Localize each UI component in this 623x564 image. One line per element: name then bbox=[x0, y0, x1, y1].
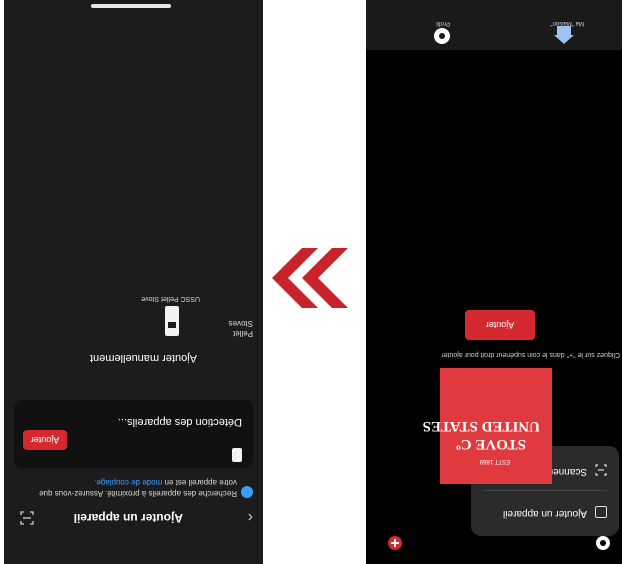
phone-right-screen: Ajouter un appareil Scanner le QR code U… bbox=[366, 0, 622, 564]
plus-button-icon[interactable] bbox=[388, 536, 402, 550]
add-button[interactable]: Ajouter bbox=[23, 430, 67, 450]
nav-home[interactable] bbox=[554, 26, 574, 44]
pellet-stove-icon[interactable] bbox=[165, 306, 179, 336]
header-bar: ‹ Ajouter un appareil bbox=[4, 502, 263, 532]
poster-line2: STOVE Cº bbox=[455, 436, 526, 452]
scan-hint-prefix: votre appareil est en bbox=[164, 478, 238, 487]
nav-profile-label: Profil bbox=[436, 20, 450, 26]
scan-icon[interactable] bbox=[20, 511, 34, 525]
phone-left-screen: ‹ Ajouter un appareil Recherche des appa… bbox=[4, 0, 263, 564]
stove-icon bbox=[232, 448, 242, 462]
page-title: Ajouter un appareil bbox=[73, 511, 183, 525]
qr-scan-icon bbox=[595, 464, 607, 477]
pairing-mode-link[interactable]: mode de couplage. bbox=[94, 478, 162, 487]
scan-hint-line2: votre appareil est en mode de couplage. bbox=[94, 478, 237, 487]
detection-title: Détection des appareils... bbox=[117, 416, 242, 428]
brand-poster: UNITED STATES STOVE Cº ESTT 1869 bbox=[423, 368, 552, 484]
device-name[interactable]: USSC Pellet Stove bbox=[141, 295, 200, 302]
detection-card: Détection des appareils... Ajouter bbox=[14, 400, 253, 468]
menu-item-add-device-label: Ajouter un appareil bbox=[503, 508, 587, 519]
add-device-button[interactable]: Ajouter bbox=[465, 310, 535, 340]
add-hint-text: Cliquez sur le "+" dans le coin supérieu… bbox=[441, 351, 620, 358]
poster-line1: UNITED STATES bbox=[422, 418, 540, 434]
bluetooth-icon bbox=[241, 486, 253, 498]
poster-line3: ESTT 1869 bbox=[479, 458, 510, 464]
manual-add-title: Ajouter manuellement bbox=[89, 352, 197, 364]
nav-profile-icon[interactable] bbox=[434, 28, 450, 44]
back-chevron-icon[interactable]: ‹ bbox=[248, 508, 253, 526]
category-label[interactable]: Pellet Stoves bbox=[229, 318, 253, 338]
category-label-line1: Pellet bbox=[232, 329, 253, 338]
nav-home-label: Ma "Maison" bbox=[550, 20, 584, 26]
category-label-line2: Stoves bbox=[228, 319, 253, 328]
device-icon bbox=[595, 506, 607, 518]
home-indicator bbox=[91, 4, 171, 8]
logo-icon[interactable] bbox=[596, 536, 610, 550]
menu-item-add-device[interactable]: Ajouter un appareil bbox=[471, 492, 619, 532]
menu-divider bbox=[483, 490, 607, 491]
double-arrow-icon bbox=[272, 248, 356, 308]
bottom-nav: Ma "Maison" Profil bbox=[366, 0, 622, 50]
scan-hint-line1: Recherche des appareils à proximité. Ass… bbox=[39, 489, 237, 498]
